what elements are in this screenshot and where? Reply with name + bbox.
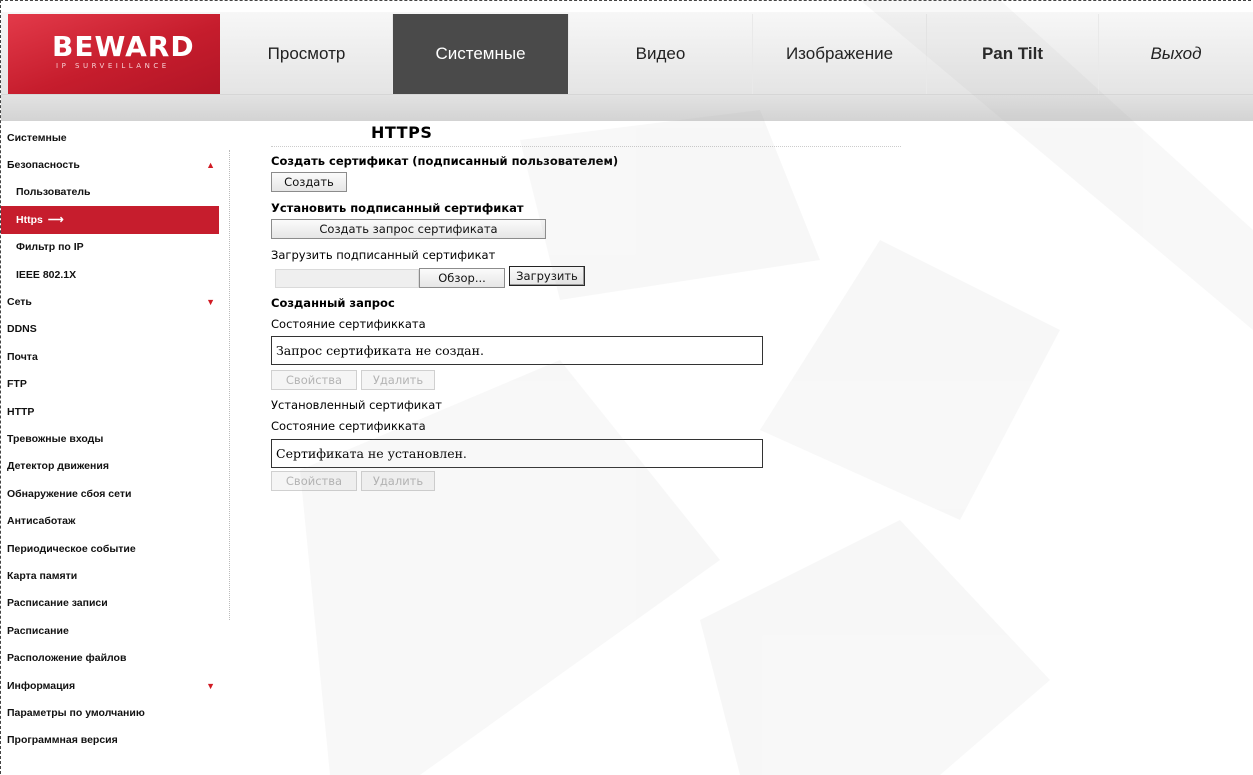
certificate-status-label: Состояние сертификката	[271, 419, 426, 433]
tab-system[interactable]: Системные	[393, 14, 569, 94]
logo-text: BEWARD	[52, 30, 195, 63]
sidebar-item-user[interactable]: Пользователь	[1, 179, 219, 206]
installed-status-box: Сертификата не установлен.	[271, 439, 763, 468]
sidebar-divider	[229, 150, 230, 620]
title-divider	[271, 146, 901, 147]
arrow-right-icon: ⟶	[47, 214, 64, 227]
expand-arrow-icon[interactable]: ▼	[206, 681, 215, 691]
browse-button[interactable]: Обзор...	[419, 268, 505, 288]
tab-pan-tilt[interactable]: Pan Tilt	[927, 14, 1099, 94]
sidebar-item-mail[interactable]: Почта	[1, 343, 219, 370]
upload-button[interactable]: Загрузить	[509, 266, 585, 286]
file-path-field[interactable]	[275, 269, 419, 288]
sidebar: Системные Безопасность ▲ Пользователь Htt…	[1, 124, 229, 754]
create-certificate-button[interactable]: Создать	[271, 172, 347, 192]
collapse-arrow-icon[interactable]: ▲	[206, 160, 215, 170]
page-title: HTTPS	[371, 123, 433, 142]
brand-logo[interactable]: BEWARD IP SURVEILLANCE	[8, 14, 220, 94]
create-request-button[interactable]: Создать запрос сертификата	[271, 219, 546, 239]
sidebar-item-memory-card[interactable]: Карта памяти	[1, 562, 219, 589]
main-nav: Просмотр Системные Видео Изображение Pan…	[221, 14, 1253, 94]
tab-video[interactable]: Видео	[569, 14, 753, 94]
properties-button[interactable]: Свойства	[271, 471, 357, 491]
sidebar-item-network-failure[interactable]: Обнаружение сбоя сети	[1, 480, 219, 507]
sidebar-item-ip-filter[interactable]: Фильтр по IP	[1, 234, 219, 261]
request-status-box: Запрос сертификата не создан.	[271, 336, 763, 365]
install-signed-heading: Установить подписанный сертификат	[271, 201, 524, 215]
sidebar-item-motion-detection[interactable]: Детектор движения	[1, 453, 219, 480]
upload-signed-label: Загрузить подписанный сертификат	[271, 248, 496, 262]
sidebar-item-https[interactable]: Https ⟶	[1, 206, 219, 234]
sidebar-item-ddns[interactable]: DDNS	[1, 316, 219, 343]
sidebar-item-http[interactable]: HTTP	[1, 398, 219, 425]
certificate-status-label: Состояние сертификката	[271, 317, 426, 331]
sidebar-item-network[interactable]: Сеть ▼	[1, 288, 219, 315]
tab-view[interactable]: Просмотр	[221, 14, 393, 94]
sub-header-bar	[1, 95, 1253, 121]
sidebar-item-ftp[interactable]: FTP	[1, 371, 219, 398]
installed-cert-label: Установленный сертификат	[271, 398, 442, 412]
properties-button[interactable]: Свойства	[271, 370, 357, 390]
delete-button[interactable]: Удалить	[361, 370, 435, 390]
sidebar-item-factory-default[interactable]: Параметры по умолчанию	[1, 699, 219, 726]
sidebar-item-file-location[interactable]: Расположение файлов	[1, 644, 219, 671]
sidebar-item-security[interactable]: Безопасность ▲	[1, 151, 219, 178]
expand-arrow-icon[interactable]: ▼	[206, 297, 215, 307]
tab-image[interactable]: Изображение	[753, 14, 927, 94]
sidebar-item-schedule[interactable]: Расписание	[1, 617, 219, 644]
create-cert-heading: Создать сертификат (подписанный пользова…	[271, 154, 619, 168]
delete-button[interactable]: Удалить	[361, 471, 435, 491]
sidebar-item-ieee8021x[interactable]: IEEE 802.1X	[1, 261, 219, 288]
tab-logout[interactable]: Выход	[1099, 14, 1253, 94]
sidebar-item-tamper[interactable]: Антисаботаж	[1, 507, 219, 534]
sidebar-item-software-version[interactable]: Программная версия	[1, 727, 219, 754]
created-request-heading: Созданный запрос	[271, 296, 395, 310]
sidebar-item-alarm-inputs[interactable]: Тревожные входы	[1, 425, 219, 452]
sidebar-item-system[interactable]: Системные	[1, 124, 219, 151]
sidebar-item-periodic-event[interactable]: Периодическое событие	[1, 535, 219, 562]
logo-tagline: IP SURVEILLANCE	[56, 62, 170, 70]
sidebar-item-record-schedule[interactable]: Расписание записи	[1, 590, 219, 617]
sidebar-item-information[interactable]: Информация ▼	[1, 672, 219, 699]
